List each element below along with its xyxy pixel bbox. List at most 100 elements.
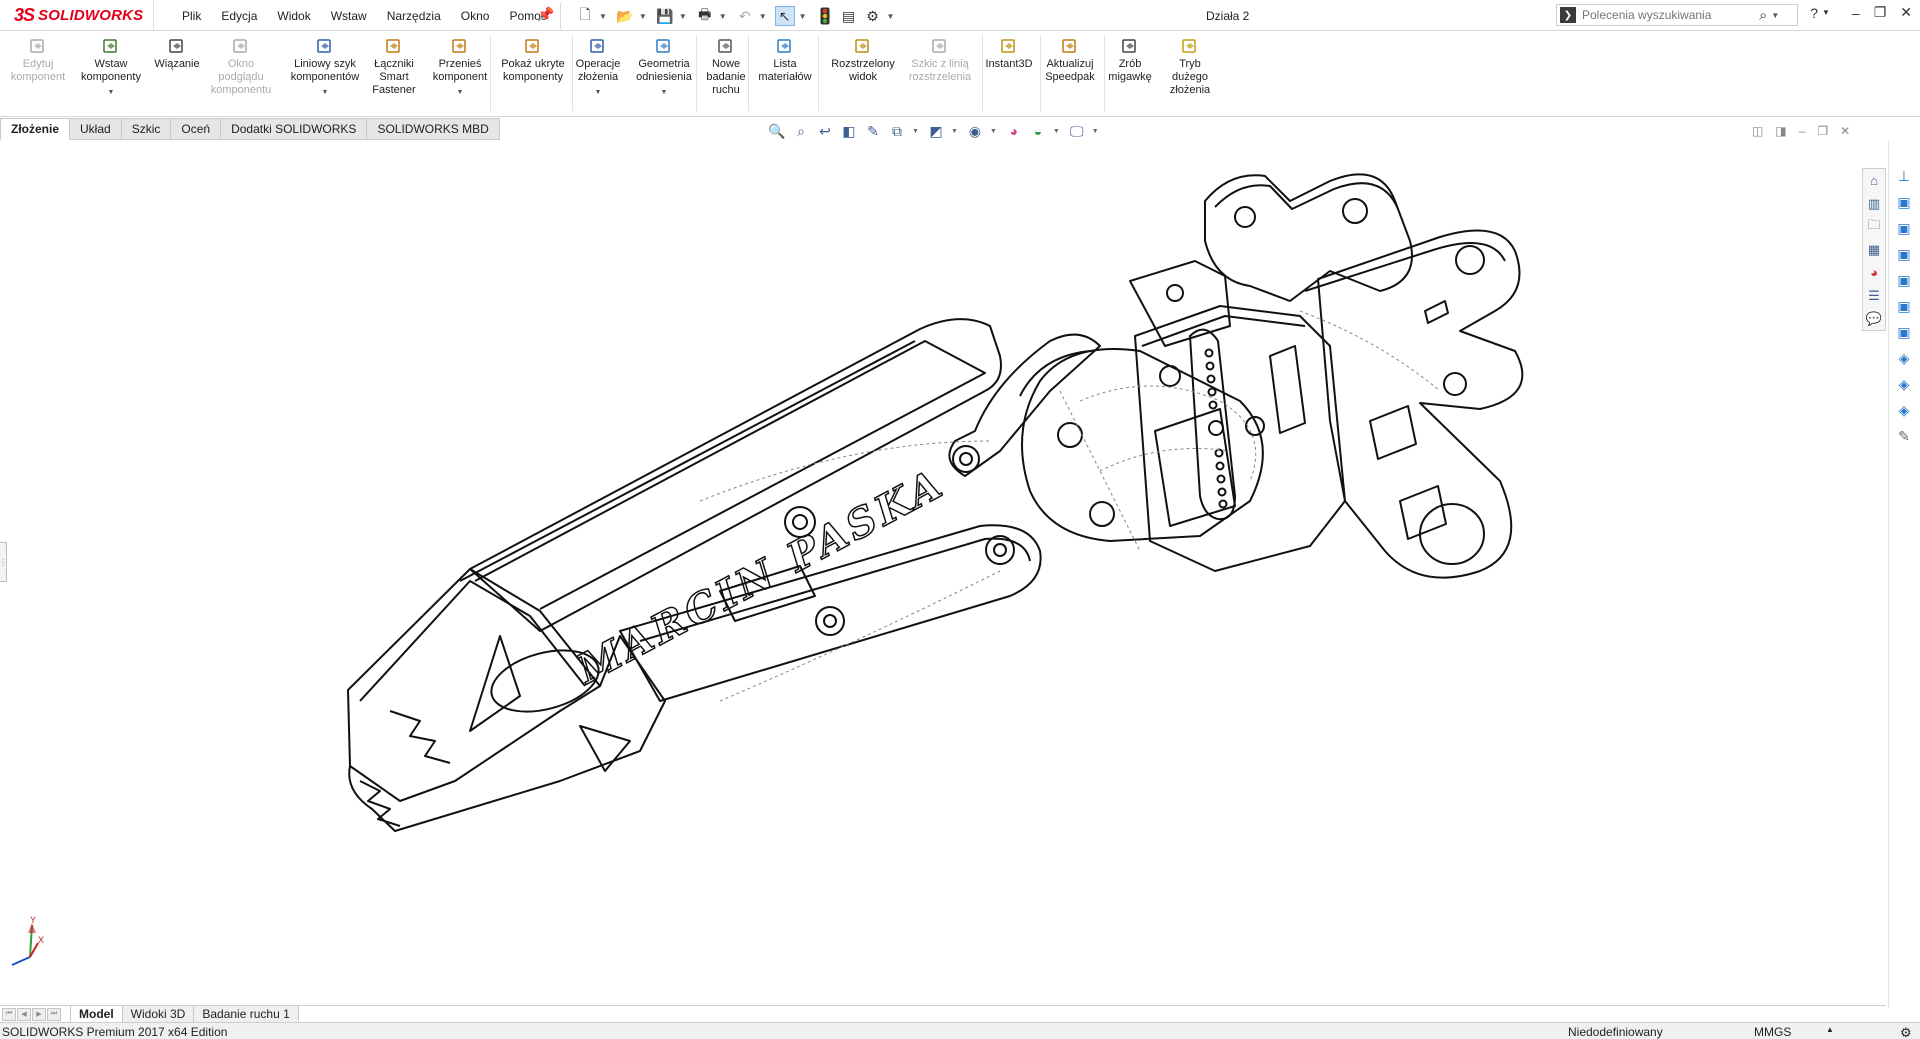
- normal-to-icon[interactable]: ⊥: [1889, 163, 1919, 189]
- tab-uklad[interactable]: Układ: [70, 118, 122, 140]
- search-icon[interactable]: ⌕: [1759, 7, 1767, 24]
- back-view-icon[interactable]: ▣: [1889, 215, 1919, 241]
- ribbon-button-assembly-features[interactable]: Operacje złożenia ▼: [566, 37, 630, 99]
- ribbon-button-snapshot[interactable]: Zrób migawkę: [1102, 37, 1158, 84]
- menu-plik[interactable]: Plik: [182, 9, 201, 23]
- units-dropdown-icon[interactable]: ▲: [1826, 1025, 1834, 1034]
- tab-motion-study[interactable]: Badanie ruchu 1: [193, 1005, 299, 1023]
- graphics-area[interactable]: MARCIN PASKA ⋮ Y X: [0, 141, 1886, 1007]
- front-view-icon[interactable]: ▣: [1889, 189, 1919, 215]
- ribbon-button-reference-geometry[interactable]: Geometria odniesienia ▼: [628, 37, 700, 99]
- help-icon[interactable]: ?: [1810, 5, 1818, 21]
- zoom-to-fit-icon[interactable]: 🔍: [768, 122, 786, 140]
- new-dropdown-icon[interactable]: ▼: [599, 12, 607, 21]
- search-input[interactable]: [1582, 8, 1757, 22]
- dynamic-annotation-icon[interactable]: ✎: [864, 122, 882, 140]
- viewport-restore-icon[interactable]: ❐: [1817, 124, 1828, 138]
- open-icon[interactable]: 📂: [615, 6, 635, 26]
- ribbon-button-exploded-view[interactable]: Rozstrzelony widok: [822, 37, 904, 84]
- minimize-icon[interactable]: –: [1852, 5, 1860, 21]
- chevron-down-icon[interactable]: ▼: [420, 86, 500, 99]
- search-commands-icon[interactable]: ❯: [1560, 7, 1576, 23]
- right-view-icon[interactable]: ▣: [1889, 267, 1919, 293]
- menu-narzedzia[interactable]: Narzędzia: [387, 9, 441, 23]
- display-style-icon[interactable]: ◩: [927, 122, 945, 140]
- tab-ocen[interactable]: Oceń: [171, 118, 222, 140]
- rebuild-traffic-light-icon[interactable]: [815, 6, 835, 26]
- status-units[interactable]: MMGS: [1754, 1025, 1791, 1039]
- viewport-tile-left-icon[interactable]: ◫: [1752, 124, 1763, 138]
- custom-properties-icon[interactable]: ☰: [1863, 284, 1885, 307]
- options-gear-icon[interactable]: ⚙: [863, 6, 883, 26]
- link-views-icon[interactable]: ✎: [1889, 423, 1919, 449]
- undo-dropdown-icon[interactable]: ▼: [759, 12, 767, 21]
- dimetric-view-icon[interactable]: ◈: [1889, 397, 1919, 423]
- hide-show-items-icon[interactable]: ◉: [966, 122, 984, 140]
- section-view-icon[interactable]: ◧: [840, 122, 858, 140]
- solidworks-resources-icon[interactable]: ⌂: [1863, 169, 1885, 192]
- view-palette-icon[interactable]: ▦: [1863, 238, 1885, 261]
- tab-dodatki[interactable]: Dodatki SOLIDWORKS: [221, 118, 368, 140]
- zoom-to-area-icon[interactable]: ⌕: [792, 122, 810, 140]
- isometric-view-icon[interactable]: ◈: [1889, 345, 1919, 371]
- first-tab-icon[interactable]: ⏮: [2, 1007, 16, 1021]
- previous-view-icon[interactable]: ↩: [816, 122, 834, 140]
- bottom-view-icon[interactable]: ▣: [1889, 319, 1919, 345]
- ribbon-button-large-assembly[interactable]: Tryb dużego złożenia: [1160, 37, 1220, 97]
- ribbon-button-mate[interactable]: Wiązanie: [148, 37, 206, 71]
- new-document-icon[interactable]: 🗋: [575, 6, 595, 26]
- print-icon[interactable]: 🖶: [695, 6, 715, 26]
- next-tab-icon[interactable]: ▶: [32, 1007, 46, 1021]
- ribbon-button-linear-pattern[interactable]: Liniowy szyk komponentów ▼: [282, 37, 368, 99]
- restore-icon[interactable]: ❐: [1874, 4, 1887, 21]
- view-settings-icon[interactable]: 🖵: [1068, 122, 1086, 140]
- ribbon-button-move-component[interactable]: Przenieś komponent ▼: [420, 37, 500, 99]
- ribbon-button-explode-line-sketch[interactable]: Szkic z linią rozstrzelenia: [904, 37, 976, 84]
- help-dropdown-icon[interactable]: ▼: [1822, 8, 1830, 17]
- view-settings-dropdown-icon[interactable]: ▼: [1092, 128, 1099, 135]
- ribbon-button-component-preview[interactable]: Okno podglądu komponentu: [200, 37, 282, 97]
- top-view-icon[interactable]: ▣: [1889, 293, 1919, 319]
- display-style-dropdown-icon[interactable]: ▼: [951, 128, 958, 135]
- search-dropdown-icon[interactable]: ▼: [1771, 11, 1779, 20]
- save-icon[interactable]: 💾: [655, 6, 675, 26]
- ribbon-button-bill-of-materials[interactable]: Lista materiałów: [752, 37, 818, 84]
- tab-szkic[interactable]: Szkic: [121, 118, 172, 140]
- appearances-icon[interactable]: ◕: [1863, 261, 1885, 284]
- last-tab-icon[interactable]: ⏭: [47, 1007, 61, 1021]
- viewport-minimize-icon[interactable]: –: [1799, 124, 1806, 138]
- solidworks-forum-icon[interactable]: 💬: [1863, 307, 1885, 330]
- menu-wstaw[interactable]: Wstaw: [331, 9, 367, 23]
- viewport-tile-right-icon[interactable]: ◨: [1775, 124, 1786, 138]
- scene-dropdown-icon[interactable]: ▼: [1053, 128, 1060, 135]
- view-orientation-icon[interactable]: ⧉: [888, 122, 906, 140]
- pin-menu-icon[interactable]: 📌: [537, 6, 554, 23]
- save-dropdown-icon[interactable]: ▼: [679, 12, 687, 21]
- menu-widok[interactable]: Widok: [277, 9, 310, 23]
- edit-appearance-icon[interactable]: ◕: [1005, 122, 1023, 140]
- chevron-down-icon[interactable]: ▼: [566, 86, 630, 99]
- chevron-down-icon[interactable]: ▼: [70, 86, 152, 99]
- file-properties-icon[interactable]: ▤: [839, 6, 859, 26]
- featuremanager-panel-handle[interactable]: ⋮: [0, 542, 7, 582]
- ribbon-button-motion-study[interactable]: Nowe badanie ruchu: [700, 37, 752, 97]
- menu-edycja[interactable]: Edycja: [221, 9, 257, 23]
- tab-model[interactable]: Model: [70, 1005, 123, 1023]
- chevron-down-icon[interactable]: ▼: [282, 86, 368, 99]
- apply-scene-icon[interactable]: ◒: [1029, 122, 1047, 140]
- ribbon-button-instant3d[interactable]: Instant3D: [980, 37, 1038, 71]
- tab-3d-views[interactable]: Widoki 3D: [121, 1005, 195, 1023]
- view-orientation-dropdown-icon[interactable]: ▼: [912, 128, 919, 135]
- ribbon-button-speedpak[interactable]: Aktualizuj Speedpak: [1040, 37, 1100, 84]
- tab-zlozenie[interactable]: Złożenie: [0, 118, 71, 140]
- viewport-close-icon[interactable]: ✕: [1840, 124, 1850, 138]
- ribbon-button-show-hidden[interactable]: Pokaż ukryte komponenty: [494, 37, 572, 84]
- prev-tab-icon[interactable]: ◀: [17, 1007, 31, 1021]
- hide-show-dropdown-icon[interactable]: ▼: [990, 128, 997, 135]
- tab-mbd[interactable]: SOLIDWORKS MBD: [367, 118, 500, 140]
- options-dropdown-icon[interactable]: ▼: [887, 12, 895, 21]
- ribbon-button-smart-fasteners[interactable]: Łączniki Smart Fastener: [370, 37, 418, 97]
- left-view-icon[interactable]: ▣: [1889, 241, 1919, 267]
- close-icon[interactable]: ✕: [1900, 4, 1912, 21]
- menu-okno[interactable]: Okno: [461, 9, 490, 23]
